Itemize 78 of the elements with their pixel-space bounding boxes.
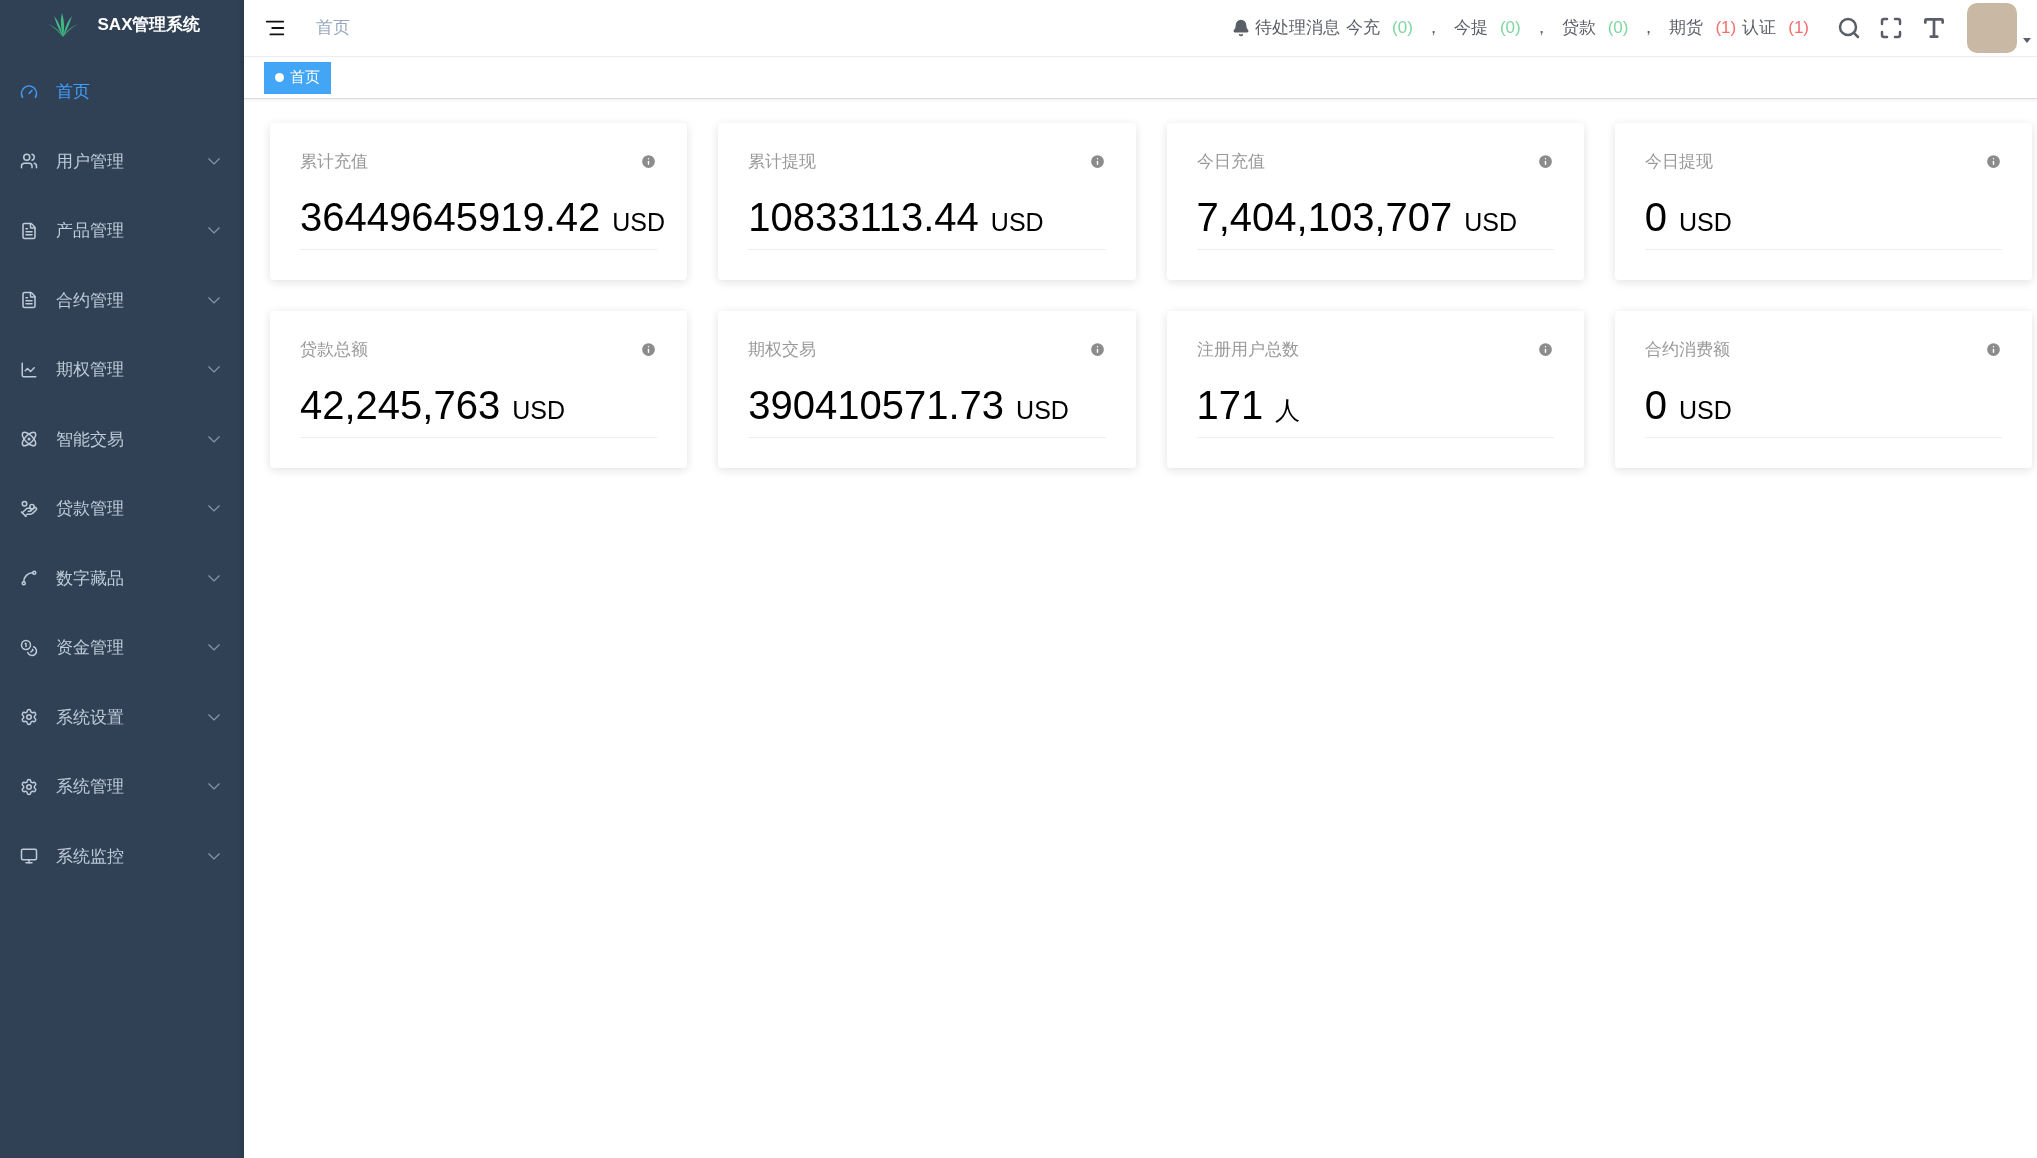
separator-comma: ， (1424, 17, 1442, 40)
atom-icon (20, 430, 38, 449)
info-icon[interactable] (1985, 341, 2002, 359)
search-icon[interactable] (1837, 16, 1861, 40)
card-value: 0 (1644, 196, 1667, 237)
separator-comma: ， (1532, 17, 1550, 40)
chart-icon (20, 360, 38, 379)
card-unit: USD (1464, 209, 1518, 235)
card-value: 171 (1196, 384, 1264, 425)
notice-count: (1) (1715, 17, 1737, 40)
card-title: 今日充值 (1196, 151, 1265, 173)
settings-icon (20, 777, 38, 796)
notice-title: 待处理消息 (1255, 17, 1341, 40)
card-unit: USD (990, 209, 1044, 235)
hand-coins-icon (20, 499, 38, 518)
sidebar-item[interactable]: 智能交易 (0, 404, 244, 474)
info-icon[interactable] (1088, 153, 1106, 171)
card-title: 期权交易 (748, 339, 817, 361)
monitor-icon (20, 847, 38, 866)
notice-link[interactable]: 期货 (1669, 15, 1704, 41)
gauge-icon (20, 82, 38, 101)
separator-comma: ， (1640, 17, 1658, 40)
notice-link[interactable]: 认证 (1742, 15, 1777, 41)
info-icon[interactable] (640, 153, 658, 171)
card-title: 合约消费额 (1644, 339, 1730, 361)
card-value: 7,404,103,707 (1196, 196, 1453, 237)
notice-count: (0) (1607, 17, 1629, 40)
card-unit: USD (1679, 397, 1732, 423)
sidebar-item[interactable]: 首页 (0, 57, 244, 127)
caret-icon[interactable] (2023, 37, 2031, 43)
avatar-photo-placeholder[interactable] (1967, 3, 2017, 53)
notice-count: (0) (1392, 17, 1413, 40)
node-graph-icon (20, 569, 38, 588)
card-unit: USD (1679, 209, 1732, 235)
text-size-icon[interactable] (1921, 15, 1947, 41)
card-title: 累计充值 (300, 151, 368, 173)
card-unit: USD (612, 209, 666, 235)
card-value: 0 (1644, 384, 1667, 425)
document-icon (20, 291, 38, 310)
card-title: 今日提现 (1644, 151, 1713, 173)
notice-count: (1) (1788, 17, 1809, 40)
info-icon[interactable] (1536, 153, 1554, 171)
card-unit: 人 (1275, 397, 1301, 423)
brand-title: SAX管理系统 (97, 14, 201, 37)
bell-icon (1232, 19, 1251, 37)
card-value: 36449645919.42 (300, 196, 601, 237)
card-value: 42,245,763 (300, 384, 501, 425)
card-unit: USD (1016, 397, 1069, 423)
info-icon[interactable] (1985, 153, 2002, 171)
notice-count: (0) (1499, 17, 1521, 40)
sidebar-item[interactable]: 系统监控 (0, 821, 244, 891)
breadcrumb: 首页 (316, 17, 350, 40)
info-icon[interactable] (640, 341, 658, 359)
notice-link[interactable]: 今提 (1453, 15, 1488, 41)
document-icon (20, 221, 38, 240)
coins-icon (20, 638, 38, 657)
notice-link[interactable]: 今充 (1346, 15, 1381, 41)
notice-link[interactable]: 贷款 (1561, 15, 1596, 41)
card-value: 10833113.44 (748, 196, 979, 237)
sidebar-item[interactable]: 用户管理 (0, 126, 244, 196)
sidebar-item[interactable]: 产品管理 (0, 196, 244, 266)
card-unit: USD (512, 397, 565, 423)
card-value: 390410571.73 (748, 384, 1005, 425)
fullscreen-icon[interactable] (1879, 16, 1903, 40)
sidebar-item[interactable]: 期权管理 (0, 335, 244, 405)
card-title: 注册用户总数 (1196, 339, 1299, 361)
sidebar-item[interactable]: 系统管理 (0, 752, 244, 822)
info-icon[interactable] (1536, 341, 1554, 359)
info-icon[interactable] (1088, 341, 1106, 359)
sidebar-item[interactable]: 合约管理 (0, 265, 244, 335)
card-title: 累计提现 (748, 151, 817, 173)
users-icon (20, 152, 38, 171)
sidebar-item[interactable]: 系统设置 (0, 682, 244, 752)
settings-icon (20, 708, 38, 727)
sidebar-item[interactable]: 资金管理 (0, 613, 244, 683)
sidebar-item[interactable]: 贷款管理 (0, 474, 244, 544)
sidebar-item[interactable]: 数字藏品 (0, 543, 244, 613)
card-title: 贷款总额 (300, 339, 368, 361)
